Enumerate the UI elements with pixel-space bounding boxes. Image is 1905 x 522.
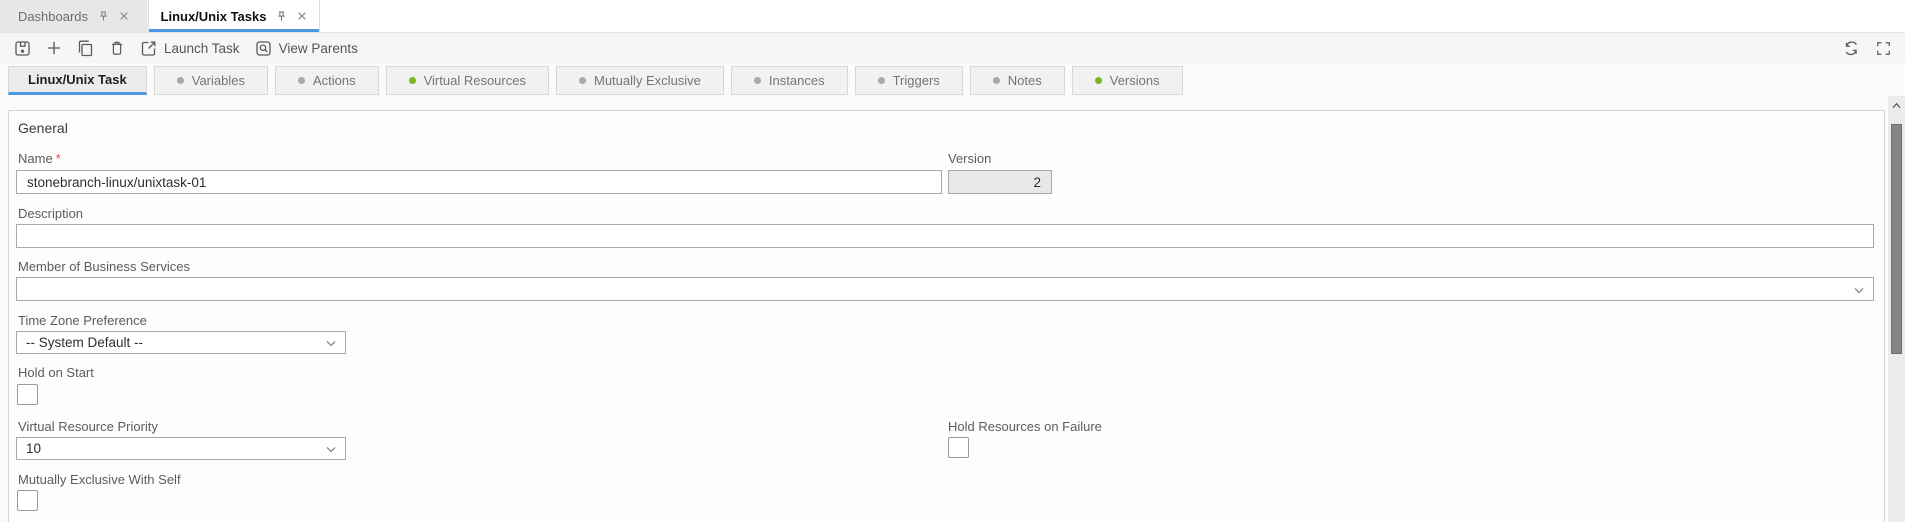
status-dot-gray [298,77,305,84]
window-tab-dashboards[interactable]: Dashboards [0,0,148,32]
scrollbar-thumb[interactable] [1891,124,1902,354]
description-label: Description [18,206,83,221]
maximize-button[interactable] [1876,41,1891,56]
version-label: Version [948,151,991,166]
tab-label: Versions [1110,73,1160,88]
chevron-up-icon [1891,96,1902,114]
tab-label: Notes [1008,73,1042,88]
status-dot-gray [579,77,586,84]
hold-on-start-checkbox[interactable] [17,384,38,405]
refresh-icon [1843,40,1860,57]
scroll-up-button[interactable] [1888,96,1905,114]
chevron-down-icon [1854,282,1864,297]
tab-mutually-exclusive[interactable]: Mutually Exclusive [556,66,724,95]
pin-icon[interactable] [275,10,288,23]
virtual-resource-priority-value: 10 [26,441,41,456]
tab-versions[interactable]: Versions [1072,66,1183,95]
tab-label: Variables [192,73,245,88]
trash-icon [109,40,125,56]
close-icon[interactable] [119,11,129,21]
name-input[interactable]: stonebranch-linux/unixtask-01 [16,170,942,194]
refresh-button[interactable] [1843,40,1860,57]
member-of-business-services-label: Member of Business Services [18,259,190,274]
tab-label: Triggers [893,73,940,88]
window-tab-label: Dashboards [18,9,88,24]
launch-task-label: Launch Task [164,41,240,56]
time-zone-preference-select[interactable]: -- System Default -- [16,331,346,354]
launch-task-button[interactable]: Launch Task [140,40,240,57]
toolbar: Launch Task View Parents [0,33,1905,63]
status-dot-gray [177,77,184,84]
status-dot-gray [754,77,761,84]
tab-variables[interactable]: Variables [154,66,268,95]
tab-notes[interactable]: Notes [970,66,1065,95]
save-button[interactable] [14,40,31,57]
status-dot-green [409,77,416,84]
mutually-exclusive-with-self-label: Mutually Exclusive With Self [18,472,181,487]
name-value: stonebranch-linux/unixtask-01 [27,175,206,190]
copy-button[interactable] [77,40,94,57]
time-zone-preference-value: -- System Default -- [26,335,143,350]
launch-icon [140,40,157,57]
tab-triggers[interactable]: Triggers [855,66,963,95]
status-dot-gray [993,77,1000,84]
chevron-down-icon [326,441,336,456]
time-zone-preference-label: Time Zone Preference [18,313,147,328]
tab-label: Instances [769,73,825,88]
window-tab-bar: Dashboards Linux/Unix Tasks [0,0,1905,33]
pin-icon[interactable] [97,10,110,23]
description-input[interactable] [16,224,1874,248]
hold-resources-on-failure-label: Hold Resources on Failure [948,419,1102,434]
app-window: Dashboards Linux/Unix Tasks [0,0,1905,522]
status-dot-green [1095,77,1102,84]
mutually-exclusive-with-self-checkbox[interactable] [17,490,38,511]
window-tab-label: Linux/Unix Tasks [161,9,267,24]
chevron-down-icon [326,335,336,350]
task-detail-content: General Name* stonebranch-linux/unixtask… [0,95,1905,522]
hold-on-start-label: Hold on Start [18,365,94,380]
add-button[interactable] [46,40,62,56]
version-input: 2 [948,170,1052,194]
plus-icon [46,40,62,56]
status-dot-gray [878,77,885,84]
tab-label: Virtual Resources [424,73,526,88]
hold-resources-on-failure-checkbox[interactable] [948,437,969,458]
virtual-resource-priority-label: Virtual Resource Priority [18,419,158,434]
tab-instances[interactable]: Instances [731,66,848,95]
virtual-resource-priority-select[interactable]: 10 [16,437,346,460]
copy-icon [77,40,94,57]
tab-actions[interactable]: Actions [275,66,379,95]
maximize-icon [1876,41,1891,56]
section-title-general: General [18,120,68,136]
delete-button[interactable] [109,40,125,56]
close-icon[interactable] [297,11,307,21]
view-parents-icon [255,40,272,57]
tab-label: Actions [313,73,356,88]
save-icon [14,40,31,57]
tab-linux-unix-task[interactable]: Linux/Unix Task [8,66,147,95]
toolbar-right [1843,40,1891,57]
name-label: Name* [18,151,61,166]
vertical-scrollbar[interactable] [1888,96,1905,522]
detail-tab-bar: Linux/Unix Task Variables Actions Virtua… [0,63,1905,95]
version-value: 2 [1033,175,1041,190]
tab-label: Linux/Unix Task [28,72,127,87]
window-tab-linux-unix-tasks[interactable]: Linux/Unix Tasks [148,0,320,32]
member-of-business-services-combo[interactable] [16,277,1874,301]
tab-label: Mutually Exclusive [594,73,701,88]
view-parents-button[interactable]: View Parents [255,40,358,57]
tab-virtual-resources[interactable]: Virtual Resources [386,66,549,95]
required-marker: * [56,151,61,166]
view-parents-label: View Parents [279,41,358,56]
